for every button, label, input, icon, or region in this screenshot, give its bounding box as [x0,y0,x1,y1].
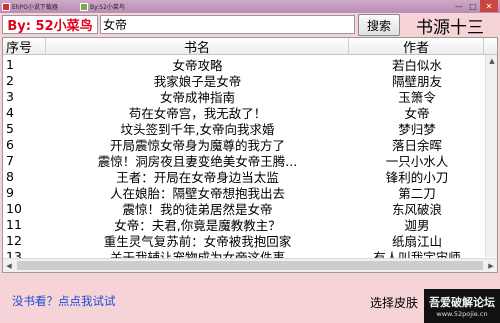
row-number: 8 [6,168,14,184]
watermark-title: 吾爱破解论坛 [429,296,495,309]
source-label[interactable]: 书源十三 [402,12,498,38]
random-book-link[interactable]: 没书看？点点我试试 [12,293,116,309]
app-tab[interactable]: EhPG小说下载器 [2,1,58,12]
table-header: 序号 书名 作者 [3,38,497,56]
row-number: 5 [6,120,14,136]
brand-label: By: 52小菜鸟 [2,15,98,34]
second-tab[interactable]: By:52小菜鸟 [80,1,125,12]
results-table: 序号 书名 作者 1 女帝攻略 若白似水 2 我家娘子是女帝 隔壁朋友 3 女帝成神指南玉… [2,37,498,273]
close-button[interactable]: ✕ [480,0,498,12]
row-number: 6 [6,136,14,152]
scroll-right-icon[interactable]: ▶ [485,259,497,272]
vertical-scrollbar[interactable]: ▲ [485,55,497,257]
horizontal-scrollbar[interactable]: ◀ ▶ [3,258,497,272]
search-input[interactable] [100,15,355,34]
horizontal-scroll-thumb[interactable] [17,261,483,270]
search-button[interactable]: 搜索 [358,14,400,36]
row-number: 11 [6,216,22,232]
row-number: 9 [6,184,14,200]
header-title[interactable]: 书名 [46,38,349,56]
header-author[interactable]: 作者 [349,38,484,56]
row-number: 2 [6,72,14,88]
second-tab-label: By:52小菜鸟 [90,4,125,11]
row-number: 1 [6,56,14,72]
scroll-left-icon[interactable]: ◀ [3,259,15,272]
choose-skin-button[interactable]: 选择皮肤 [366,292,422,312]
header-number[interactable]: 序号 [3,38,46,56]
row-number: 12 [6,232,22,248]
app-icon [2,2,10,11]
row-number: 7 [6,152,14,168]
row-number: 10 [6,200,22,216]
row-number: 4 [6,104,14,120]
scroll-up-icon[interactable]: ▲ [486,55,497,67]
app-title: EhPG小说下载器 [12,4,58,11]
app-icon [80,2,88,11]
maximize-button[interactable]: □ [466,0,480,12]
watermark-url: www.52pojie.cn [436,310,488,318]
row-number: 3 [6,88,14,104]
watermark-logo: 吾爱破解论坛 www.52pojie.cn [424,289,500,323]
minimize-button[interactable]: — [452,0,466,12]
table-body: 1 女帝攻略 若白似水 2 我家娘子是女帝 隔壁朋友 3 女帝成神指南 玉箫令 4 苟在女帝宫… [3,56,485,265]
